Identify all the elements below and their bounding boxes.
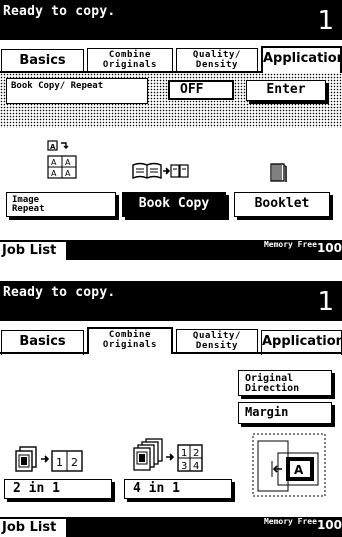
memory-free-indicator: Memory Free 100: [263, 240, 342, 255]
book-copy-button[interactable]: Book Copy: [122, 192, 226, 217]
tab-quality-density[interactable]: Quality/ Density: [176, 329, 258, 354]
four-in-one-icon: 1 2 3 4: [133, 438, 203, 472]
screen-gap: [0, 260, 342, 281]
tab-quality-label-2: Density: [195, 341, 239, 351]
booklet-button-label: Booklet: [254, 196, 310, 211]
status-message: Ready to copy.: [3, 4, 116, 19]
tab-application-label: Application: [262, 334, 342, 349]
footer-bar: Job List Memory Free 100: [0, 240, 342, 260]
job-list-button[interactable]: Job List: [0, 242, 66, 260]
svg-text:3: 3: [181, 461, 187, 472]
tab-combine-label-1: Combine: [108, 50, 152, 60]
margin-button[interactable]: Margin: [238, 402, 332, 424]
copy-count: 1: [317, 287, 334, 317]
book-copy-icon: [132, 162, 189, 180]
tab-quality-label-1: Quality/: [192, 50, 242, 60]
booklet-button[interactable]: Booklet: [234, 192, 330, 217]
job-list-label: Job List: [2, 520, 57, 535]
svg-text:A: A: [50, 143, 56, 151]
enter-button[interactable]: Enter: [246, 80, 326, 101]
copier-screen-application: Ready to copy. 1 Basics Combine Original…: [0, 0, 342, 260]
svg-text:A: A: [51, 169, 57, 178]
tab-combine-originals[interactable]: Combine Originals: [87, 327, 173, 354]
memory-label: Memory: [263, 517, 293, 526]
tab-quality-label-2: Density: [195, 60, 239, 70]
original-direction-label-2: Direction: [245, 383, 300, 394]
free-label: Free: [297, 517, 317, 526]
svg-text:1: 1: [181, 448, 187, 459]
tab-application[interactable]: Application: [261, 46, 342, 73]
two-in-one-label: 2 in 1: [13, 481, 60, 496]
job-list-label: Job List: [2, 243, 57, 258]
svg-text:A: A: [65, 169, 71, 178]
tab-strip: Basics Combine Originals Quality/ Densit…: [0, 40, 342, 74]
svg-text:A: A: [51, 158, 57, 167]
book-copy-label-box: Book Copy/ Repeat: [6, 78, 148, 104]
band-separator: [0, 128, 342, 134]
status-bar: Ready to copy. 1: [0, 281, 342, 321]
book-copy-label-1: Book Copy/: [11, 81, 66, 91]
copier-screen-combine-originals: Ready to copy. 1 Basics Combine Original…: [0, 281, 342, 537]
svg-text:A: A: [65, 158, 71, 167]
image-repeat-icon: A A A A A: [47, 140, 77, 179]
tab-strip: Basics Combine Originals Quality/ Densit…: [0, 321, 342, 355]
tab-quality-label-1: Quality/: [192, 331, 242, 341]
two-in-one-button[interactable]: 2 in 1: [4, 479, 112, 499]
book-copy-value: OFF: [168, 80, 234, 100]
footer-bar: Job List Memory Free 100: [0, 517, 342, 537]
memory-value: 100: [316, 518, 342, 532]
image-repeat-label-2: Repeat: [12, 204, 45, 214]
tab-quality-density[interactable]: Quality/ Density: [176, 48, 258, 73]
tab-basics-label: Basics: [19, 53, 66, 68]
tab-combine-label-1: Combine: [108, 330, 152, 340]
copy-count: 1: [317, 6, 334, 36]
book-copy-label-2: Repeat: [70, 81, 104, 91]
tab-combine-label-2: Originals: [102, 60, 158, 70]
svg-text:2: 2: [193, 448, 199, 459]
two-in-one-icon: 1 2: [15, 446, 83, 472]
four-in-one-button[interactable]: 4 in 1: [124, 479, 232, 499]
svg-text:1: 1: [56, 456, 63, 469]
enter-button-label: Enter: [266, 82, 306, 97]
four-in-one-label: 4 in 1: [133, 481, 180, 496]
memory-value: 100: [316, 241, 342, 255]
image-repeat-button[interactable]: Image Repeat: [6, 192, 116, 217]
tab-basics-label: Basics: [19, 334, 66, 349]
status-message: Ready to copy.: [3, 285, 116, 300]
original-direction-button[interactable]: Original Direction: [238, 370, 332, 396]
booklet-icon: [270, 163, 287, 182]
tab-combine-originals[interactable]: Combine Originals: [87, 48, 173, 73]
book-copy-button-label: Book Copy: [138, 196, 210, 211]
memory-label: Memory: [263, 240, 293, 249]
tab-application-label: Application: [263, 51, 342, 66]
free-label: Free: [297, 240, 317, 249]
margin-button-label: Margin: [245, 405, 289, 419]
original-placement-icon: A: [252, 433, 326, 497]
svg-text:A: A: [294, 463, 304, 477]
job-list-button[interactable]: Job List: [0, 519, 66, 537]
svg-text:4: 4: [193, 461, 199, 472]
svg-text:2: 2: [71, 456, 78, 469]
tab-combine-label-2: Originals: [102, 340, 158, 350]
memory-free-indicator: Memory Free 100: [263, 517, 342, 532]
status-bar: Ready to copy. 1: [0, 0, 342, 40]
